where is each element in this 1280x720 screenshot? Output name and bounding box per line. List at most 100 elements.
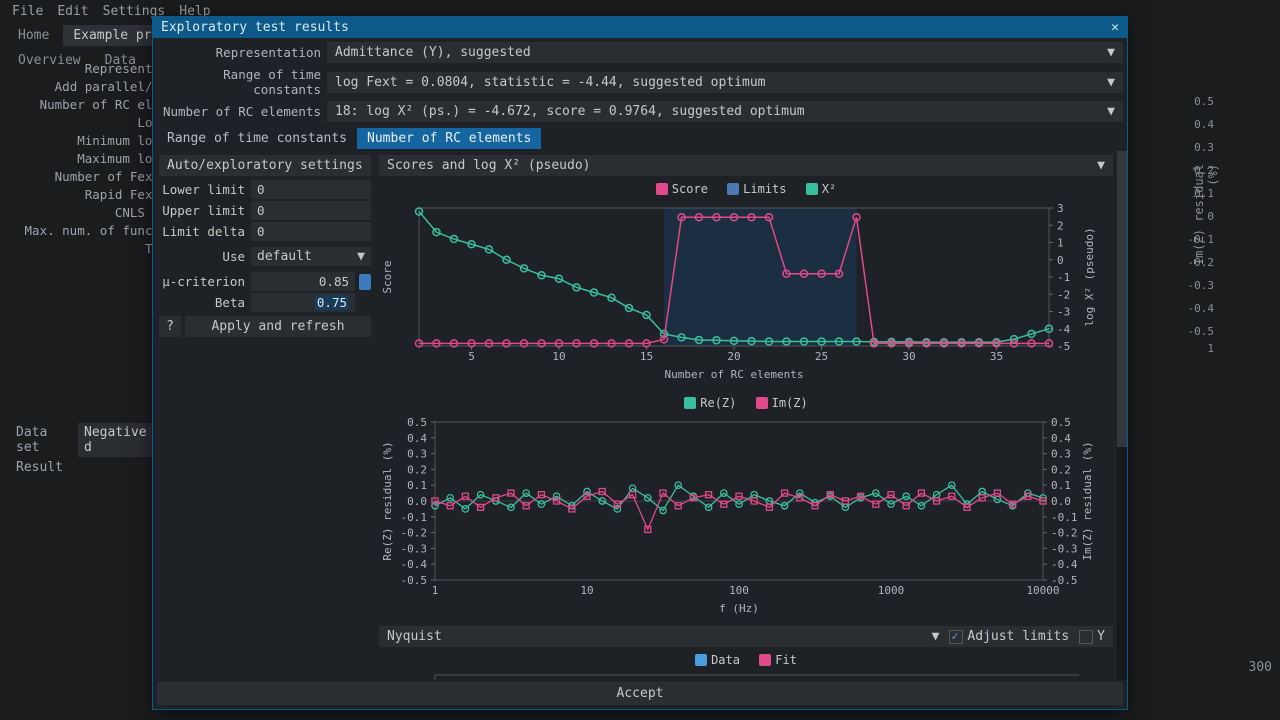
limit-delta-input[interactable]: 0 <box>251 222 371 241</box>
svg-text:100: 100 <box>729 584 749 597</box>
svg-text:0.2: 0.2 <box>1051 463 1071 476</box>
upper-limit-input[interactable]: 0 <box>251 201 371 220</box>
svg-text:0.3: 0.3 <box>1051 448 1071 461</box>
axis-tick: 0.4 <box>1188 113 1215 136</box>
plots-scrollbar[interactable] <box>1117 151 1127 680</box>
apply-refresh-button[interactable]: Apply and refresh <box>185 316 371 337</box>
svg-text:-0.1: -0.1 <box>1051 511 1078 524</box>
legend-swatch-im <box>756 397 768 409</box>
tab-home[interactable]: Home <box>8 25 59 46</box>
beta-label: Beta <box>159 295 251 310</box>
summary-value-num-rc[interactable]: 18: log X² (ps.) = -4.672, score = 0.976… <box>327 101 1123 122</box>
modal-titlebar: Exploratory test results ✕ <box>153 17 1127 38</box>
bg-dataset-value[interactable]: Negative d <box>78 423 158 457</box>
bg-label: Maximum log <box>8 151 168 166</box>
legend-label[interactable]: Limits <box>743 182 786 196</box>
bg-label: Rapid Fext <box>8 187 168 202</box>
plot2-legend: Re(Z) Im(Z) <box>379 392 1113 416</box>
svg-text:10: 10 <box>552 350 565 363</box>
plot1-title: Scores and log X² (pseudo) <box>387 158 591 173</box>
svg-text:log X² (pseudo): log X² (pseudo) <box>1083 227 1096 326</box>
close-icon[interactable]: ✕ <box>1111 20 1119 35</box>
svg-text:10000: 10000 <box>1026 584 1059 597</box>
bg-right-axis: 0.5 0.4 0.3 0.2 0.1 0 -0.1 -0.2 -0.3 -0.… <box>1192 90 1272 675</box>
bg-extra-tick: 300 <box>1192 660 1272 675</box>
svg-text:Im(Z) residual (%): Im(Z) residual (%) <box>1081 441 1094 560</box>
svg-text:0.3: 0.3 <box>407 448 427 461</box>
axis-tick: -0.5 <box>1188 320 1215 343</box>
legend-label[interactable]: Re(Z) <box>700 396 736 410</box>
legend-swatch-data <box>695 654 707 666</box>
bg-label: Max. num. of func. <box>8 223 168 238</box>
svg-text:-0.3: -0.3 <box>1051 542 1078 555</box>
axis-tick: 1 <box>1207 342 1214 355</box>
plot3-header: Nyquist ▼ Adjust limits Y <box>379 626 1113 647</box>
bg-label: Ti <box>8 241 168 256</box>
modal-exploratory-results: Exploratory test results ✕ Representatio… <box>152 16 1128 710</box>
accept-button[interactable]: Accept <box>157 682 1123 705</box>
menu-edit[interactable]: Edit <box>57 4 88 19</box>
svg-text:Re(Z) residual (%): Re(Z) residual (%) <box>381 441 394 560</box>
chevron-down-icon: ▼ <box>1107 45 1115 60</box>
legend-swatch-x2 <box>806 183 818 195</box>
bg-label: Representa <box>8 61 168 76</box>
legend-label[interactable]: Fit <box>775 653 797 667</box>
summary-label-range-tc: Range of time constants <box>157 67 327 97</box>
y-checkbox[interactable] <box>1079 630 1093 644</box>
beta-value: 0.75 <box>315 295 349 310</box>
lower-limit-input[interactable]: 0 <box>251 180 371 199</box>
mu-input[interactable]: 0.85 <box>251 272 355 291</box>
svg-text:-0.5: -0.5 <box>401 574 428 587</box>
subtab-range-tc[interactable]: Range of time constants <box>157 128 357 149</box>
plot1-svg: 5101520253035Number of RC elements-5-4-3… <box>379 202 1099 382</box>
svg-text:0.0: 0.0 <box>1051 495 1071 508</box>
legend-swatch-limits <box>727 183 739 195</box>
plot3-title: Nyquist <box>387 629 442 644</box>
settings-pane: Auto/exploratory settings Lower limit 0 … <box>153 151 377 680</box>
bg-label: Add parallel/s <box>8 79 168 94</box>
svg-text:1000: 1000 <box>878 584 905 597</box>
legend-swatch-fit <box>759 654 771 666</box>
plots-scrollbar-thumb[interactable] <box>1117 151 1127 447</box>
svg-text:-0.2: -0.2 <box>401 527 428 540</box>
svg-text:0.5: 0.5 <box>1051 416 1071 429</box>
upper-limit-label: Upper limit <box>159 203 251 218</box>
summary-value-range-tc[interactable]: log Fext = 0.0804, statistic = -4.44, su… <box>327 72 1123 93</box>
bg-label: Minimum log <box>8 133 168 148</box>
help-button[interactable]: ? <box>159 316 181 337</box>
svg-text:-2: -2 <box>1057 288 1070 301</box>
bg-label: Number of RC ele <box>8 97 168 112</box>
plot1-chart: Score Limits X² 5101520253035Number of R… <box>379 178 1113 386</box>
svg-text:0: 0 <box>1057 254 1064 267</box>
legend-label[interactable]: Score <box>672 182 708 196</box>
mu-slider[interactable] <box>359 274 371 290</box>
summary-text: Admittance (Y), suggested <box>335 45 531 60</box>
adjust-limits-checkbox[interactable] <box>949 630 963 644</box>
legend-swatch-re <box>684 397 696 409</box>
legend-label[interactable]: Im(Z) <box>772 396 808 410</box>
svg-text:0.4: 0.4 <box>1051 432 1071 445</box>
limit-delta-label: Limit delta <box>159 224 251 239</box>
plot2-chart: Re(Z) Im(Z) -0.5-0.5-0.4-0.4-0.3-0.3-0.2… <box>379 392 1113 620</box>
y-label: Y <box>1097 629 1105 644</box>
svg-text:-0.1: -0.1 <box>401 511 428 524</box>
subtab-num-rc[interactable]: Number of RC elements <box>357 128 541 149</box>
menu-file[interactable]: File <box>12 4 43 19</box>
use-select[interactable]: default ▼ <box>251 247 371 266</box>
beta-input[interactable]: 0.75 <box>251 293 355 312</box>
svg-text:-4: -4 <box>1057 323 1071 336</box>
svg-text:0.0: 0.0 <box>407 495 427 508</box>
summary-text: 18: log X² (ps.) = -4.672, score = 0.976… <box>335 104 805 119</box>
bg-label: Number of Fext <box>8 169 168 184</box>
axis-tick: 0.5 <box>1188 90 1215 113</box>
svg-text:1: 1 <box>1057 237 1064 250</box>
svg-text:-0.4: -0.4 <box>1051 558 1078 571</box>
svg-text:3: 3 <box>1057 202 1064 215</box>
legend-label[interactable]: X² <box>822 182 836 196</box>
plot1-header[interactable]: Scores and log X² (pseudo) ▼ <box>379 155 1113 176</box>
settings-header: Auto/exploratory settings <box>159 155 371 176</box>
summary-value-representation[interactable]: Admittance (Y), suggested ▼ <box>327 42 1123 63</box>
chevron-down-icon[interactable]: ▼ <box>932 629 940 644</box>
svg-text:0.4: 0.4 <box>407 432 427 445</box>
legend-label[interactable]: Data <box>711 653 740 667</box>
